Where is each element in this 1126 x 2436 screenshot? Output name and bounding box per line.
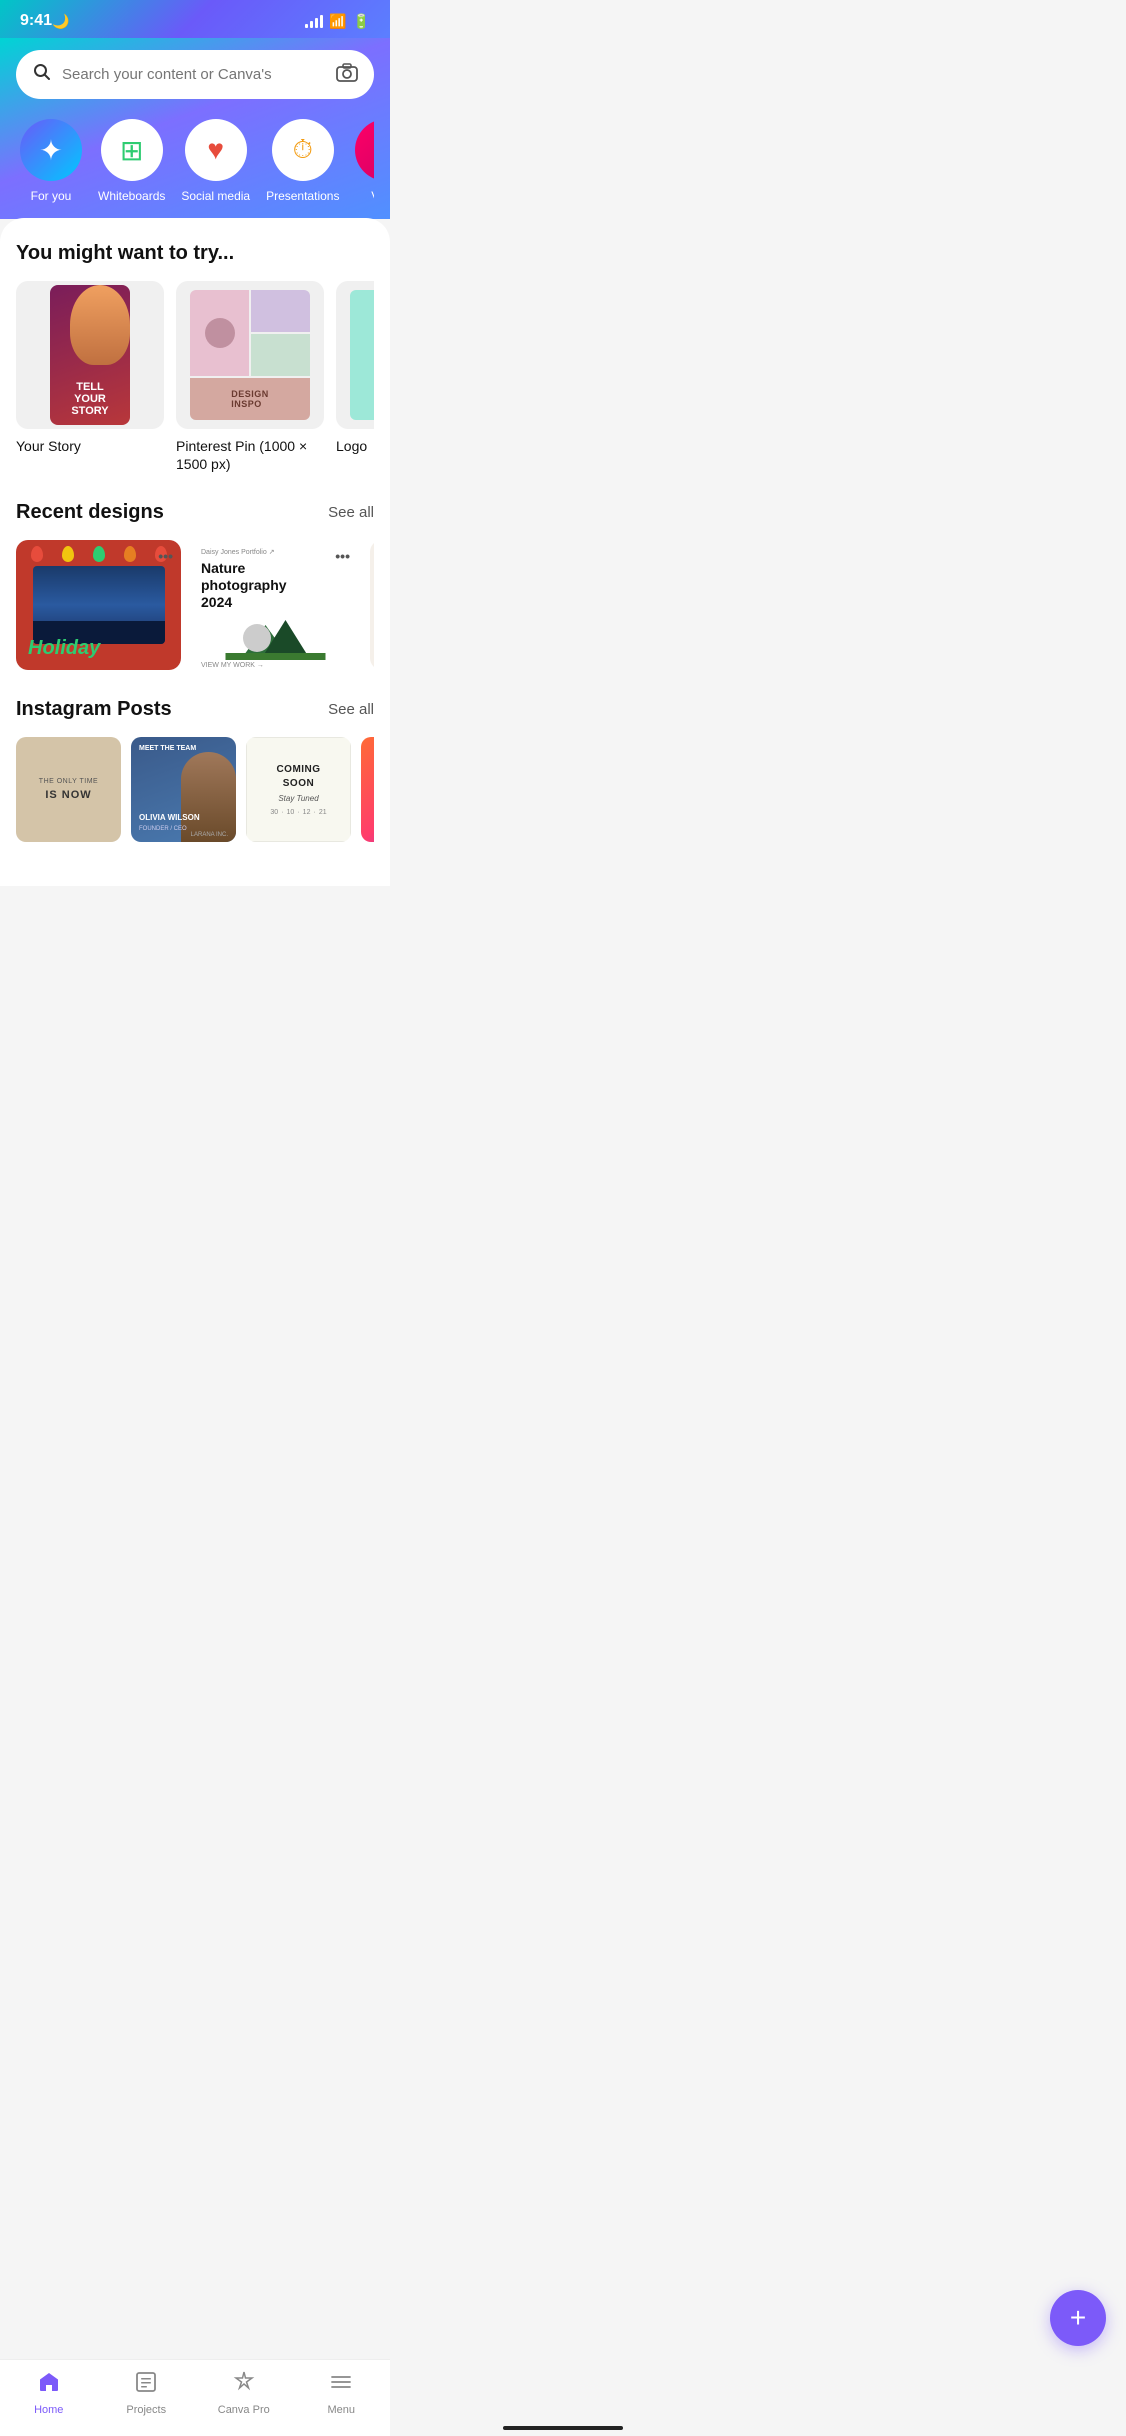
search-icon	[32, 62, 52, 87]
date-sep-3: ·	[313, 809, 315, 816]
category-label-for-you: For you	[31, 189, 72, 203]
category-item-for-you[interactable]: ✦ For you	[20, 119, 82, 219]
team-title: FOUNDER / CEO	[139, 826, 187, 832]
for-you-icon: ✦	[39, 134, 62, 167]
nav-label-canva-pro: Canva Pro	[218, 2404, 270, 2416]
category-label-social-media: Social media	[181, 189, 250, 203]
signal-icon	[305, 14, 323, 28]
canva-pro-icon	[232, 2370, 256, 2400]
category-label-video: Video	[371, 189, 374, 203]
projects-icon	[134, 2370, 158, 2400]
main-content: You might want to try... TELLYOURSTORY Y…	[0, 218, 390, 886]
recent-menu-holiday[interactable]: •••	[158, 548, 173, 564]
status-moon-icon: 🌙	[52, 13, 69, 30]
date-4: 21	[319, 809, 327, 816]
search-input[interactable]	[62, 66, 326, 83]
try-cards-row: TELLYOURSTORY Your Story DESIGNINSPO	[16, 281, 374, 473]
nature-top-label: Daisy Jones Portfolio ↗	[201, 548, 350, 556]
bottom-nav: Home Projects Canva Pro Me	[0, 2359, 390, 2436]
team-name: OLIVIA WILSON	[139, 813, 200, 822]
try-card-label-your-story: Your Story	[16, 437, 164, 455]
fab-icon: +	[1070, 2302, 1086, 2334]
instagram-section: Instagram Posts See all THE ONLY TIME IS…	[16, 698, 374, 842]
stay-tuned: Stay Tuned	[278, 794, 318, 803]
category-item-presentations[interactable]: ⏱ Presentations	[266, 119, 339, 219]
insta-card-coming-soon[interactable]: COMING SOON Stay Tuned 30 · 10 · 12 · 21	[246, 737, 351, 842]
nav-item-projects[interactable]: Projects	[98, 2370, 196, 2416]
recent-section: Recent designs See all	[16, 501, 374, 670]
camera-icon[interactable]	[336, 62, 358, 87]
home-icon	[37, 2370, 61, 2400]
status-time: 9:41	[20, 12, 52, 30]
coming-soon-line1: COMING	[276, 764, 320, 775]
status-bar: 9:41 🌙 📶 🔋	[0, 0, 390, 38]
try-card-pinterest[interactable]: DESIGNINSPO Pinterest Pin (1000 × 1500 p…	[176, 281, 324, 473]
category-item-video[interactable]: ▶ Video	[355, 119, 374, 219]
fab-button[interactable]: +	[1050, 2290, 1106, 2346]
social-media-icon: ♥	[207, 134, 224, 166]
recent-card-bethany[interactable]: BIO PORTFOLIO Bethany Jones I'm a dedica…	[370, 540, 374, 670]
category-row: ✦ For you ⊞ Whiteboards ♥ Social media ⏱…	[16, 119, 374, 219]
nav-item-canva-pro[interactable]: Canva Pro	[195, 2370, 293, 2416]
is-now-big-text: IS NOW	[45, 789, 91, 801]
date-3: 12	[303, 809, 311, 816]
try-section: You might want to try... TELLYOURSTORY Y…	[16, 242, 374, 473]
nav-label-menu: Menu	[327, 2404, 355, 2416]
insta-card-meet-team[interactable]: MEET THE TEAM OLIVIA WILSON FOUNDER / CE…	[131, 737, 236, 842]
category-label-whiteboards: Whiteboards	[98, 189, 165, 203]
is-now-small-text: THE ONLY TIME	[39, 778, 98, 785]
team-company: LARANA INC.	[191, 832, 228, 838]
instagram-section-title: Instagram Posts	[16, 698, 172, 721]
try-card-logo[interactable]: YOURBRAND Logo	[336, 281, 374, 473]
menu-icon	[329, 2370, 353, 2400]
recent-menu-nature[interactable]: •••	[335, 548, 350, 564]
nature-title: Naturephotography2024	[201, 560, 350, 610]
meet-team-text: MEET THE TEAM	[139, 745, 196, 752]
category-label-presentations: Presentations	[266, 189, 339, 203]
insta-card-is-now[interactable]: THE ONLY TIME IS NOW	[16, 737, 121, 842]
category-item-whiteboards[interactable]: ⊞ Whiteboards	[98, 119, 165, 219]
home-indicator	[503, 2426, 623, 2430]
recent-card-holiday[interactable]: Holiday •••	[16, 540, 181, 670]
date-1: 30	[270, 809, 278, 816]
try-card-label-pinterest: Pinterest Pin (1000 × 1500 px)	[176, 437, 324, 473]
recent-card-nature[interactable]: Daisy Jones Portfolio ↗ Naturephotograph…	[193, 540, 358, 670]
recent-see-all[interactable]: See all	[328, 504, 374, 521]
battery-icon: 🔋	[353, 13, 370, 30]
recent-cards-row: Holiday ••• Daisy Jones Portfolio ↗ Natu…	[16, 540, 374, 670]
instagram-see-all[interactable]: See all	[328, 701, 374, 718]
wifi-icon: 📶	[329, 13, 346, 30]
search-bar[interactable]	[16, 50, 374, 99]
status-icons: 📶 🔋	[305, 13, 370, 30]
whiteboards-icon: ⊞	[120, 134, 143, 167]
nav-label-home: Home	[34, 2404, 63, 2416]
category-item-social-media[interactable]: ♥ Social media	[181, 119, 250, 219]
recent-section-title: Recent designs	[16, 501, 164, 524]
instagram-cards-row: THE ONLY TIME IS NOW MEET THE TEAM OLIVI…	[16, 737, 374, 842]
nav-item-home[interactable]: Home	[0, 2370, 98, 2416]
nav-label-projects: Projects	[126, 2404, 166, 2416]
header: ✦ For you ⊞ Whiteboards ♥ Social media ⏱…	[0, 38, 390, 219]
nav-item-menu[interactable]: Menu	[293, 2370, 391, 2416]
try-card-your-story[interactable]: TELLYOURSTORY Your Story	[16, 281, 164, 473]
date-sep-1: ·	[281, 809, 283, 816]
try-card-label-logo: Logo	[336, 437, 374, 455]
date-2: 10	[287, 809, 295, 816]
holiday-label: Holiday	[28, 637, 100, 660]
date-sep-2: ·	[297, 809, 299, 816]
coming-soon-line2: SOON	[283, 778, 314, 789]
insta-card-gradient[interactable]: er	[361, 737, 374, 842]
presentations-icon: ⏱	[293, 134, 313, 166]
try-section-title: You might want to try...	[16, 242, 374, 265]
